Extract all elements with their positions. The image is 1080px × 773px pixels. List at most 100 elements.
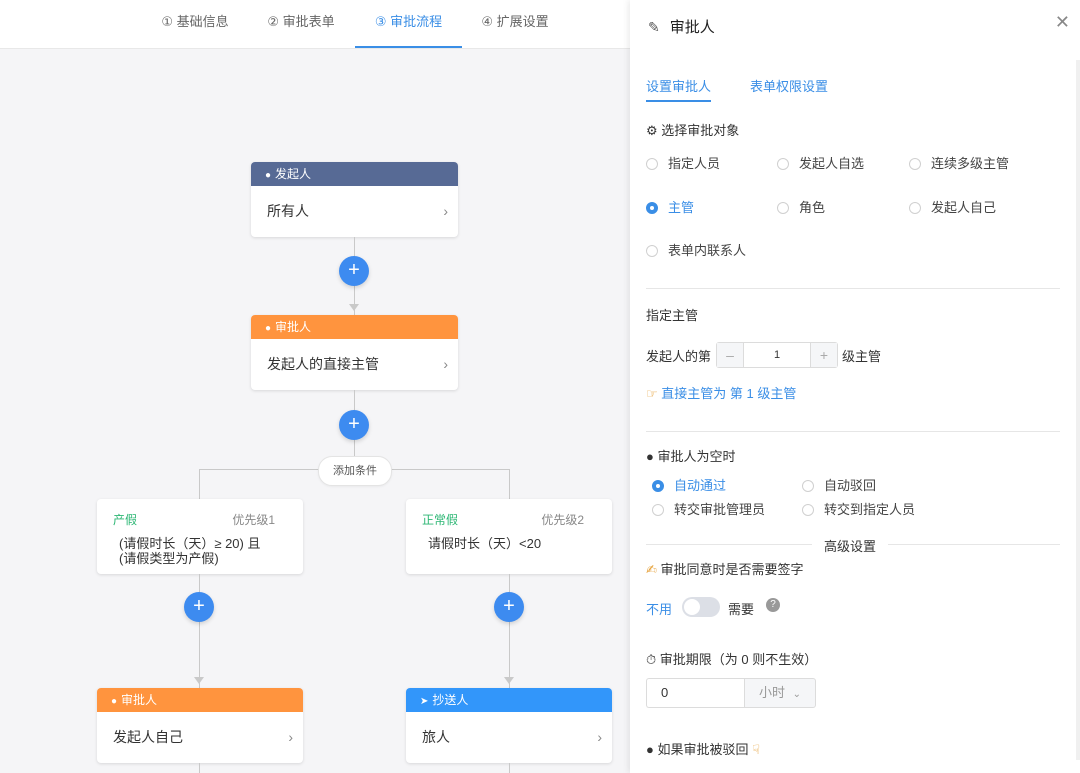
increment-button[interactable]: + bbox=[810, 343, 837, 367]
initiator-node-text: 所有人 bbox=[267, 203, 309, 219]
condition-priority: 优先级1 bbox=[232, 513, 275, 527]
add-node-button[interactable]: + bbox=[339, 410, 369, 440]
option-to-person[interactable]: 转交到指定人员 bbox=[802, 501, 915, 519]
cc-node[interactable]: ➤ 抄送人 旅人 › bbox=[406, 688, 612, 763]
option-self-select[interactable]: 发起人自选 bbox=[777, 155, 864, 173]
level-hint: ☞ 直接主管为 第 1 级主管 bbox=[646, 383, 796, 402]
deadline-input[interactable]: 0 bbox=[646, 678, 744, 708]
empty-approver-text: 审批人为空时 bbox=[657, 449, 736, 464]
add-node-button[interactable]: + bbox=[339, 256, 369, 286]
person-icon: ● bbox=[646, 449, 654, 464]
level-value[interactable]: 1 bbox=[743, 343, 811, 367]
step-extension[interactable]: ④ 扩展设置 bbox=[472, 0, 558, 48]
option-to-admin[interactable]: 转交审批管理员 bbox=[652, 501, 765, 519]
connector bbox=[199, 469, 200, 499]
person-icon: ● bbox=[646, 742, 654, 757]
branch-approver-text: 发起人自己 bbox=[113, 729, 183, 745]
arrow-down-icon bbox=[349, 304, 359, 311]
level-hint-text: 直接主管为 第 1 级主管 bbox=[661, 386, 797, 401]
close-icon[interactable]: ✕ bbox=[1055, 12, 1070, 33]
branch-approver-header: ● 审批人 bbox=[97, 688, 303, 712]
scrollbar[interactable] bbox=[1076, 60, 1080, 760]
step-basic-info[interactable]: ① 基础信息 bbox=[152, 0, 238, 48]
reject-label: ● 如果审批被驳回 ☟ bbox=[646, 739, 760, 758]
pointing-hand-icon: ☞ bbox=[646, 386, 658, 401]
sign-label-text: 审批同意时是否需要签字 bbox=[660, 562, 804, 577]
deadline-label: ⏱ 审批期限（为 0 则不生效） bbox=[646, 649, 817, 668]
add-condition-button[interactable]: 添加条件 bbox=[318, 456, 392, 486]
initiator-node[interactable]: ● 发起人 所有人 › bbox=[251, 162, 458, 237]
option-auto-pass[interactable]: 自动通过 bbox=[652, 477, 726, 495]
condition-text-line-2: (请假类型为产假) bbox=[119, 551, 219, 566]
branch-approver-node[interactable]: ● 审批人 发起人自己 › bbox=[97, 688, 303, 763]
initiator-node-body: 所有人 › bbox=[251, 186, 458, 236]
chevron-right-icon: › bbox=[597, 729, 602, 745]
option-role[interactable]: 角色 bbox=[777, 199, 825, 217]
manager-section-label: 指定主管 bbox=[646, 308, 699, 323]
option-form-contact[interactable]: 表单内联系人 bbox=[646, 242, 746, 260]
condition-text: 请假时长（天）<20 bbox=[428, 536, 541, 551]
approver-node[interactable]: ● 审批人 发起人的直接主管 › bbox=[251, 315, 458, 390]
pointing-down-icon: ☟ bbox=[752, 742, 761, 757]
level-stepper[interactable]: – 1 + bbox=[716, 342, 838, 368]
approver-node-header: ● 审批人 bbox=[251, 315, 458, 339]
condition-text-line-1: (请假时长（天）≥ 20) 且 bbox=[119, 536, 261, 551]
cc-node-title: 抄送人 bbox=[432, 693, 469, 707]
edit-icon[interactable]: ✎ bbox=[648, 19, 660, 36]
cc-node-text: 旅人 bbox=[422, 729, 450, 745]
user-icon: ● bbox=[265, 323, 272, 334]
option-initiator-self[interactable]: 发起人自己 bbox=[909, 199, 996, 217]
branch-approver-title: 审批人 bbox=[121, 693, 158, 707]
condition-node-2[interactable]: 正常假 优先级2 请假时长（天）<20 bbox=[406, 499, 612, 574]
arrow-down-icon bbox=[504, 677, 514, 684]
add-node-button[interactable]: + bbox=[494, 592, 524, 622]
reject-label-text: 如果审批被驳回 bbox=[657, 742, 749, 757]
select-target-label: ⚙ 选择审批对象 bbox=[646, 123, 740, 138]
chevron-right-icon: › bbox=[443, 203, 448, 219]
add-node-button[interactable]: + bbox=[184, 592, 214, 622]
user-icon: ● bbox=[265, 170, 272, 181]
flow-canvas: ● 发起人 所有人 › + ● 审批人 发起人的直接主管 › + 添加条件 产假 优… bbox=[0, 49, 630, 773]
step-form[interactable]: ② 审批表单 bbox=[258, 0, 344, 48]
deadline-unit-select[interactable]: 小时 ⌄ bbox=[744, 678, 816, 708]
initiator-node-title: 发起人 bbox=[275, 167, 312, 181]
option-manager[interactable]: 主管 bbox=[646, 199, 694, 217]
empty-approver-label: ● 审批人为空时 bbox=[646, 446, 736, 465]
step-process[interactable]: ③ 审批流程 bbox=[355, 0, 462, 48]
chevron-right-icon: › bbox=[288, 729, 293, 745]
initiator-node-header: ● 发起人 bbox=[251, 162, 458, 186]
connector bbox=[199, 763, 200, 773]
toggle-knob bbox=[684, 599, 700, 615]
approver-node-text: 发起人的直接主管 bbox=[267, 356, 379, 372]
option-multi-level[interactable]: 连续多级主管 bbox=[909, 155, 1009, 173]
tab-form-permission[interactable]: 表单权限设置 bbox=[750, 76, 828, 100]
advanced-settings-label: 高级设置 bbox=[812, 536, 889, 555]
panel-title-text: 审批人 bbox=[669, 19, 715, 36]
condition-text: (请假时长（天）≥ 20) 且 (请假类型为产假) bbox=[119, 536, 260, 566]
help-icon[interactable]: ? bbox=[766, 598, 780, 612]
deadline-label-text: 审批期限（为 0 则不生效） bbox=[659, 652, 818, 667]
connector bbox=[509, 469, 510, 499]
connector bbox=[509, 763, 510, 773]
chevron-right-icon: › bbox=[443, 356, 448, 372]
arrow-down-icon bbox=[194, 677, 204, 684]
option-designated[interactable]: 指定人员 bbox=[646, 155, 720, 173]
approver-settings-panel: ✎ 审批人 ✕ 设置审批人 表单权限设置 ⚙ 选择审批对象 指定人员 发起人自选 … bbox=[630, 0, 1080, 773]
cc-node-header: ➤ 抄送人 bbox=[406, 688, 612, 712]
send-icon: ➤ bbox=[420, 696, 429, 707]
branch-approver-body: 发起人自己 › bbox=[97, 712, 303, 762]
divider bbox=[646, 288, 1060, 289]
sign-label: ✍ 审批同意时是否需要签字 bbox=[646, 559, 804, 578]
deadline-unit-value: 小时 bbox=[758, 685, 785, 700]
sign-toggle[interactable] bbox=[682, 597, 720, 617]
decrement-button[interactable]: – bbox=[717, 343, 744, 367]
condition-node-1[interactable]: 产假 优先级1 (请假时长（天）≥ 20) 且 (请假类型为产假) bbox=[97, 499, 303, 574]
tab-set-approver[interactable]: 设置审批人 bbox=[646, 76, 712, 102]
option-auto-reject[interactable]: 自动驳回 bbox=[802, 477, 876, 495]
condition-title: 正常假 bbox=[422, 513, 459, 527]
user-icon: ● bbox=[111, 696, 118, 707]
condition-text-line-1: 请假时长（天）<20 bbox=[428, 536, 542, 551]
step-bar: ① 基础信息 ② 审批表单 ③ 审批流程 ④ 扩展设置 bbox=[0, 0, 630, 49]
approver-node-title: 审批人 bbox=[275, 320, 312, 334]
condition-title: 产假 bbox=[113, 513, 138, 527]
